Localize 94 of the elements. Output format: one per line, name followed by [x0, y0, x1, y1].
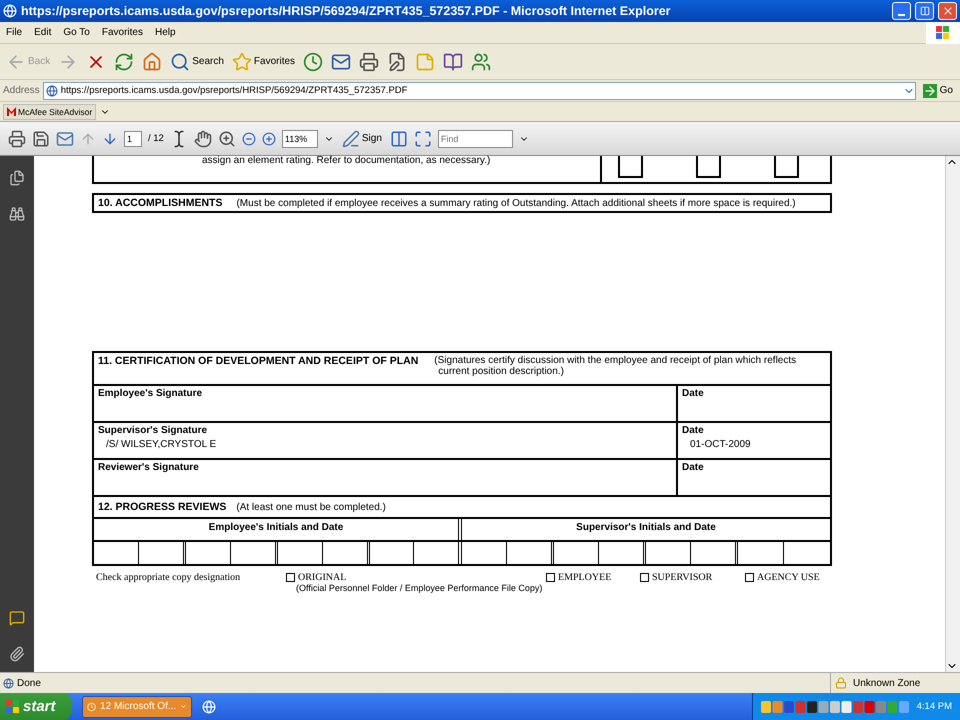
checkbox-label: EMPLOYEE — [558, 572, 612, 583]
zoom-out-icon[interactable] — [242, 132, 256, 146]
next-page-icon[interactable] — [102, 130, 118, 146]
rating-box[interactable] — [618, 156, 643, 178]
date-label: Date — [682, 462, 705, 473]
close-icon — [942, 5, 954, 17]
status-text: Done — [17, 678, 41, 688]
close-button[interactable] — [938, 2, 957, 20]
signature-label: Reviewer's Signature — [98, 462, 200, 473]
refresh-icon — [114, 52, 134, 72]
form-text: assign an element rating. Refer to documentation, as necessary.) — [94, 156, 602, 182]
minimize-button[interactable] — [892, 2, 911, 20]
signature-label: Employee's Signature — [98, 388, 204, 399]
rating-box[interactable] — [696, 156, 721, 178]
page-icon — [3, 678, 14, 688]
signature-label: Supervisor's Signature — [98, 425, 208, 436]
browser-icon — [3, 4, 17, 18]
zoom-tool-icon[interactable] — [218, 130, 236, 148]
windows-logo-icon — [6, 700, 20, 714]
option-note: (Official Personnel Folder / Employee Performance File Copy) — [296, 583, 542, 593]
paperclip-icon[interactable] — [9, 646, 25, 662]
menu-item[interactable]: Favorites — [96, 27, 149, 38]
page-count: / 12 — [148, 133, 164, 144]
favorites-button[interactable]: Favorites — [230, 50, 298, 72]
mail-icon[interactable] — [56, 130, 74, 148]
page-number-field[interactable]: 1 — [124, 130, 142, 146]
print-icon[interactable] — [8, 130, 26, 148]
find-field[interactable]: Find — [438, 130, 513, 148]
section-note: (At least one must be completed.) — [236, 502, 386, 512]
app-icon — [87, 700, 96, 712]
save-icon[interactable] — [32, 130, 50, 148]
menu-item[interactable]: Edit — [28, 27, 58, 38]
column-header: Supervisor's Initials and Date — [575, 521, 717, 535]
copy-designation-label: Check appropriate copy designation — [95, 572, 242, 585]
date-label: Date — [682, 388, 705, 399]
restore-button[interactable] — [915, 2, 934, 20]
history-icon — [303, 52, 324, 72]
signature-value: /S/ WILSEY,CRYSTOL E — [105, 439, 218, 450]
edit-icon — [387, 52, 408, 72]
browser-icon[interactable] — [202, 700, 216, 714]
print-icon — [359, 52, 380, 72]
pages-icon[interactable] — [9, 170, 25, 186]
checkbox-label: AGENCY USE — [757, 572, 820, 583]
clock: 4:14 PM — [916, 701, 952, 712]
hand-tool-icon[interactable] — [194, 130, 212, 148]
restore-icon — [920, 6, 930, 16]
section-title: 12. PROGRESS REVIEWS — [98, 501, 226, 513]
window-title: https://psreports.icams.usda.gov/psreports/HRISP/569294/ZPRT435_572357.PDF - Microsoft Internet Explorer — [21, 4, 672, 18]
zoom-field[interactable]: 113% — [282, 130, 318, 148]
mcafee-logo-icon — [7, 107, 16, 116]
checkbox[interactable] — [546, 573, 555, 582]
date-label: Date — [682, 425, 705, 436]
research-icon — [443, 52, 464, 72]
page-icon — [46, 84, 58, 96]
scrollbar[interactable] — [945, 156, 960, 672]
checkbox[interactable] — [745, 573, 754, 582]
binoculars-icon[interactable] — [9, 206, 25, 222]
checkbox-label: SUPERVISOR — [652, 572, 712, 583]
lock-icon — [835, 677, 847, 689]
zone-text: Unknown Zone — [853, 678, 920, 688]
menu-item[interactable]: Go To — [57, 27, 96, 38]
search-button[interactable]: Search — [168, 50, 226, 72]
zoom-in-icon[interactable] — [262, 132, 276, 146]
section-note: (Must be completed if employee receives a summary rating of Outstanding. Attach additional sheets if more space is required.) — [236, 198, 796, 208]
section-title: 11. CERTIFICATION OF DEVELOPMENT AND RECEIPT OF PLAN — [98, 355, 418, 369]
home-icon — [142, 52, 162, 72]
address-field[interactable]: https://psreports.icams.usda.gov/psreports/HRISP/569294/ZPRT435_572357.PDF — [42, 82, 916, 100]
comment-icon[interactable] — [9, 610, 25, 626]
address-label: Address — [3, 85, 40, 96]
column-header: Employee's Initials and Date — [94, 519, 462, 540]
minimize-icon — [898, 14, 905, 16]
messenger-icon — [471, 52, 492, 72]
siteadvisor-button[interactable]: McAfee SiteAdvisor — [3, 104, 96, 120]
notes-icon — [415, 52, 436, 72]
mail-icon — [331, 52, 352, 72]
section-note: (Signatures certify discussion with the employee and receipt of plan which reflects current position description.) — [434, 355, 798, 379]
windows-logo-icon — [926, 22, 960, 44]
sign-button[interactable]: Sign — [340, 128, 384, 148]
menu-item[interactable]: File — [0, 27, 28, 38]
pen-icon — [342, 130, 360, 148]
section-title: 10. ACCOMPLISHMENTS — [98, 197, 222, 209]
start-button[interactable]: start — [0, 693, 72, 720]
fit-width-icon[interactable] — [390, 130, 408, 148]
checkbox[interactable] — [286, 573, 295, 582]
checkbox-label: ORIGINAL — [298, 572, 346, 583]
search-icon — [170, 52, 190, 72]
tray-icons-drawing[interactable] — [760, 700, 911, 714]
date-value: 01-OCT-2009 — [689, 439, 752, 450]
menu-item[interactable]: Help — [148, 27, 182, 38]
go-button[interactable]: Go — [918, 84, 957, 98]
rating-box[interactable] — [774, 156, 799, 178]
favorites-icon — [232, 52, 252, 72]
fit-page-icon[interactable] — [414, 130, 432, 148]
checkbox[interactable] — [640, 573, 649, 582]
